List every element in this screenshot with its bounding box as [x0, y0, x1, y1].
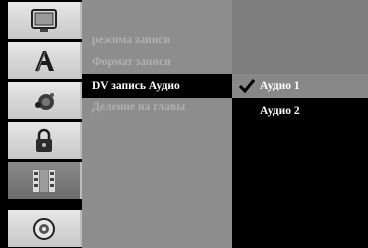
film-recording-icon[interactable]	[8, 162, 82, 199]
dvd-setup-screen: режима записи Формат записи DV запись Ау…	[0, 0, 368, 248]
option-audio-1[interactable]: Аудио 1	[232, 74, 368, 98]
menu-item-record-mode[interactable]: режима записи	[82, 28, 232, 52]
option-label: Аудио 1	[260, 80, 300, 92]
menu-item-chapter-division[interactable]: Деление на главы	[82, 95, 232, 119]
option-label: Аудио 2	[260, 105, 300, 117]
menu-item-record-format[interactable]: Формат записи	[82, 50, 232, 74]
options-header-area	[232, 0, 368, 74]
audio-icon[interactable]	[8, 82, 82, 119]
setup-menu: режима записи Формат записи DV запись Ау…	[82, 0, 232, 248]
checkmark-icon	[238, 79, 256, 94]
disc-icon[interactable]	[8, 210, 82, 247]
lock-icon[interactable]	[8, 122, 82, 159]
option-audio-2[interactable]: Аудио 2	[232, 99, 368, 123]
options-panel: Аудио 1 Аудио 2	[232, 0, 368, 248]
language-icon[interactable]	[8, 42, 82, 79]
tv-icon[interactable]	[8, 2, 82, 39]
icon-column	[0, 0, 82, 248]
